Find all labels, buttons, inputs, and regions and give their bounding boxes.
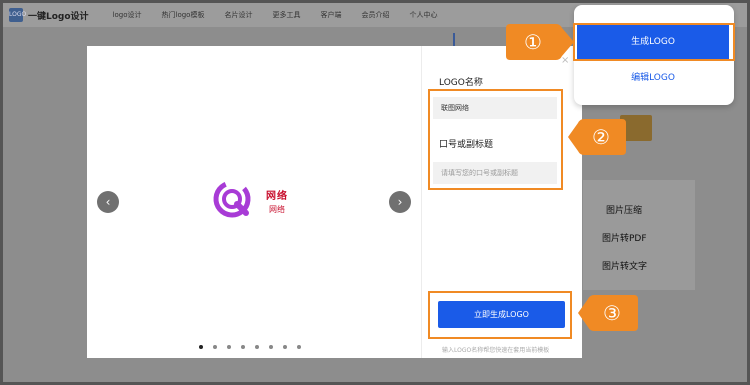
tool-image-compress[interactable]: 图片压缩 bbox=[606, 203, 642, 216]
carousel-dot[interactable] bbox=[241, 345, 245, 349]
carousel-dot[interactable] bbox=[227, 345, 231, 349]
logo-modal: ‹ › 网络 网络 × LOGO名称 口号或副标题 bbox=[87, 46, 582, 358]
nav-card-design[interactable]: 名片设计 bbox=[224, 10, 252, 20]
preview-subtitle: 网络 bbox=[269, 205, 285, 214]
tool-image-to-pdf[interactable]: 图片转PDF bbox=[602, 231, 647, 244]
template-preview-area: ‹ › 网络 网络 bbox=[87, 46, 421, 358]
nav-client[interactable]: 客户端 bbox=[320, 10, 341, 20]
site-logo-icon[interactable]: LOGO bbox=[9, 8, 26, 22]
nav-more-tools[interactable]: 更多工具 bbox=[272, 10, 300, 20]
callout-number: ③ bbox=[603, 301, 621, 325]
callout-3: ③ bbox=[576, 292, 640, 334]
carousel-dot[interactable] bbox=[283, 345, 287, 349]
prev-arrow-icon[interactable]: ‹ bbox=[97, 191, 119, 213]
menu-edit-logo[interactable]: 编辑LOGO bbox=[577, 61, 729, 95]
carousel-dot[interactable] bbox=[213, 345, 217, 349]
logo-name-label: LOGO名称 bbox=[439, 78, 483, 88]
carousel-dot[interactable] bbox=[269, 345, 273, 349]
logo-action-menu: 生成LOGO 编辑LOGO bbox=[574, 5, 734, 105]
modal-divider bbox=[421, 46, 422, 358]
menu-generate-logo[interactable]: 生成LOGO bbox=[577, 25, 729, 59]
carousel-dots bbox=[199, 345, 311, 349]
next-arrow-icon[interactable]: › bbox=[389, 191, 411, 213]
preview-title: 网络 bbox=[266, 191, 288, 202]
nav-user-center[interactable]: 个人中心 bbox=[409, 10, 437, 20]
slogan-input[interactable] bbox=[433, 162, 557, 184]
carousel-dot[interactable] bbox=[199, 345, 203, 349]
slogan-label: 口号或副标题 bbox=[439, 140, 494, 150]
logo-name-input[interactable] bbox=[433, 97, 557, 119]
callout-1: ① bbox=[504, 22, 576, 62]
logo-preview: 网络 网络 bbox=[212, 179, 288, 223]
tool-image-to-text[interactable]: 图片转文字 bbox=[602, 259, 647, 272]
site-name[interactable]: 一键Logo设计 bbox=[28, 9, 89, 22]
callout-number: ② bbox=[592, 125, 610, 149]
nav-logo-design[interactable]: logo设计 bbox=[113, 10, 142, 20]
carousel-dot[interactable] bbox=[255, 345, 259, 349]
generate-logo-button[interactable]: 立即生成LOGO bbox=[438, 301, 565, 328]
callout-2: ② bbox=[566, 117, 628, 157]
hint-text: 输入LOGO名称帮您快速在套用当前模板 bbox=[442, 347, 550, 354]
carousel-dot[interactable] bbox=[297, 345, 301, 349]
magnifier-logo-icon bbox=[213, 180, 251, 218]
nav-hot-templates[interactable]: 热门logo模板 bbox=[162, 10, 205, 20]
nav-membership[interactable]: 会员介绍 bbox=[361, 10, 389, 20]
callout-number: ① bbox=[524, 30, 542, 54]
